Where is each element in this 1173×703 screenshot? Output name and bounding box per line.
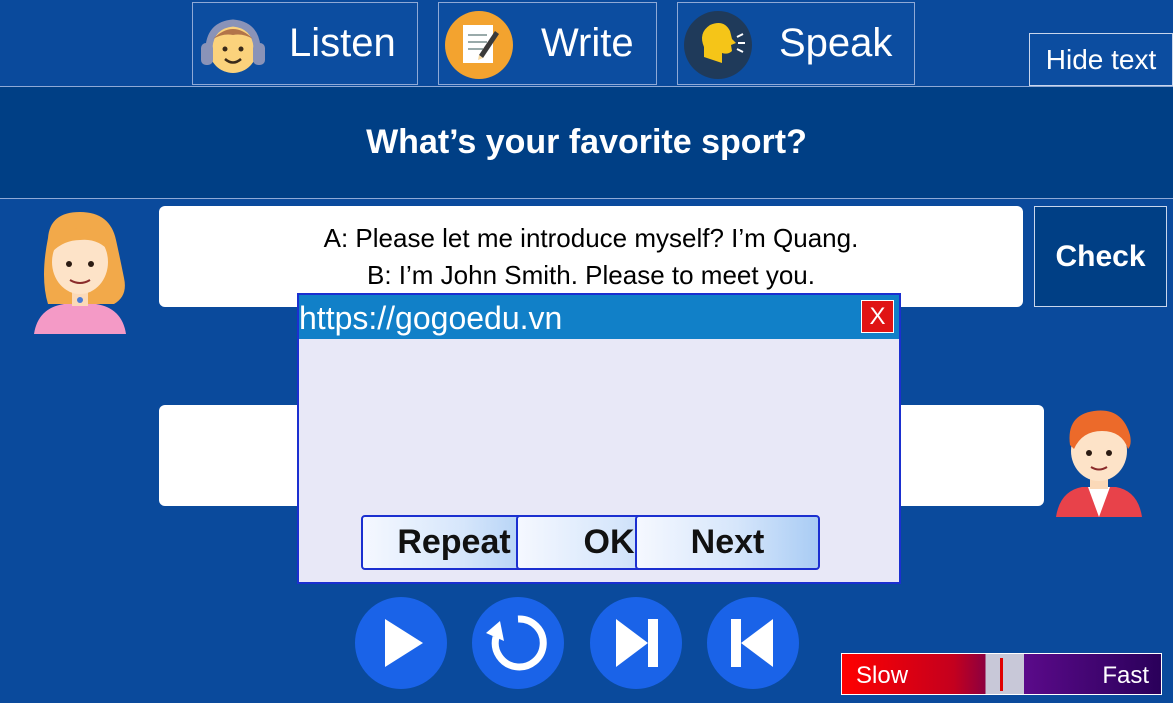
skip-previous-button[interactable] (707, 597, 799, 689)
tab-listen[interactable]: Listen (192, 2, 418, 85)
dialogue-line-a: A: Please let me introduce myself? I’m Q… (323, 223, 859, 253)
play-button[interactable] (355, 597, 447, 689)
speed-slider-thumb[interactable] (1000, 658, 1003, 691)
popup-url: https://gogoedu.vn (299, 300, 563, 336)
replay-button[interactable] (472, 597, 564, 689)
speaking-head-icon (684, 11, 752, 79)
tab-write-label: Write (541, 21, 634, 65)
speed-slider[interactable]: Slow Fast (841, 653, 1162, 695)
headphones-kid-icon (201, 19, 265, 73)
girl-avatar (34, 212, 126, 334)
popup-header: https://gogoedu.vn X (299, 295, 899, 339)
lesson-title: What’s your favorite sport? (0, 86, 1173, 199)
dialogue-line-b: B: I’m John Smith. Please to meet you. (367, 260, 815, 290)
tab-speak[interactable]: Speak (677, 2, 915, 85)
dialogue-box: A: Please let me introduce myself? I’m Q… (159, 206, 1023, 307)
replay-icon (486, 615, 547, 671)
next-button[interactable]: Next (635, 515, 820, 570)
play-icon (385, 619, 423, 667)
popup-dialog: https://gogoedu.vn X Repeat OK Next (297, 293, 901, 584)
boy-avatar (1056, 410, 1142, 517)
speed-fast-label: Fast (1102, 662, 1149, 689)
speed-slow-label: Slow (856, 662, 909, 689)
tab-listen-label: Listen (289, 21, 396, 65)
close-button[interactable]: X (861, 300, 894, 333)
notepad-pencil-icon (445, 11, 513, 79)
skip-next-icon (616, 619, 658, 667)
check-button[interactable]: Check (1034, 206, 1167, 307)
hide-text-button[interactable]: Hide text (1029, 33, 1173, 86)
tab-speak-label: Speak (779, 21, 893, 65)
skip-previous-icon (731, 619, 773, 667)
skip-next-button[interactable] (590, 597, 682, 689)
tab-write[interactable]: Write (438, 2, 657, 85)
